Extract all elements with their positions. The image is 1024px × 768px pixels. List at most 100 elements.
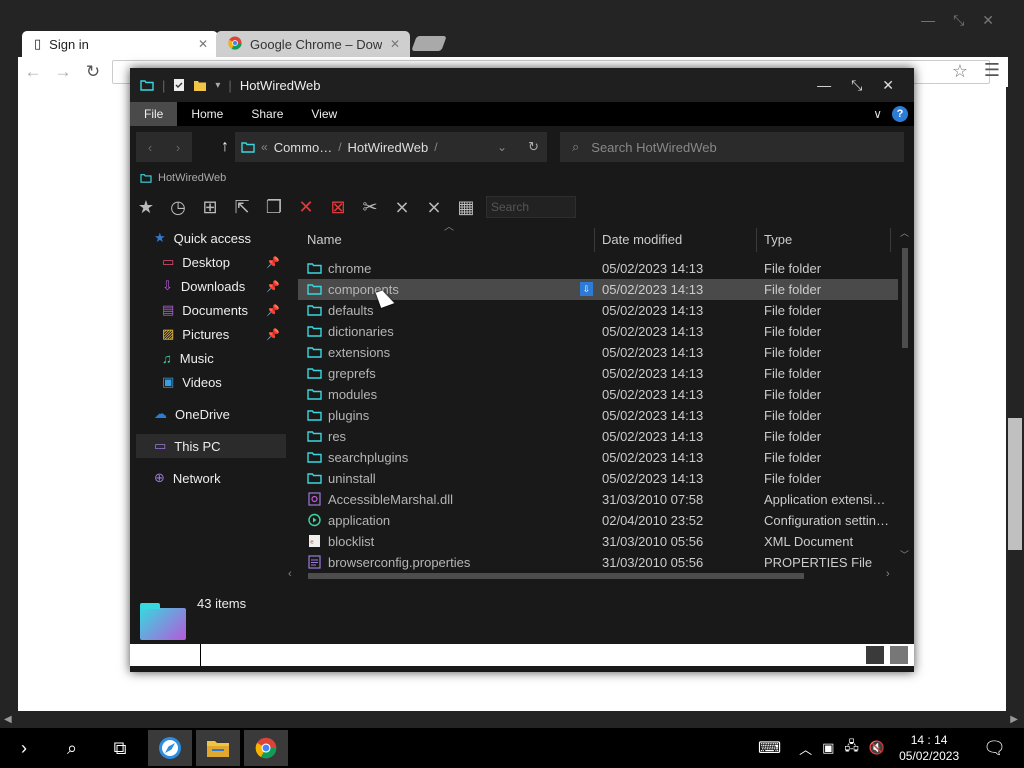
breadcrumb-common[interactable]: Commo…: [274, 140, 333, 155]
nav-network[interactable]: ⊕ Network: [136, 466, 286, 490]
scroll-down-icon[interactable]: ﹀: [900, 548, 909, 561]
close-icon[interactable]: ✕: [390, 37, 400, 51]
task-view-icon[interactable]: ⧉: [96, 728, 144, 768]
nav-downloads[interactable]: ⇩ Downloads 📌: [136, 274, 286, 298]
nav-quick-access[interactable]: ★ Quick access: [136, 226, 286, 250]
tab-home[interactable]: Home: [177, 102, 237, 126]
chevron-up-icon[interactable]: ︿: [799, 739, 812, 758]
new-tab-button[interactable]: [411, 36, 447, 51]
table-row[interactable]: e blocklist 31/03/2010 05:56 XML Document: [298, 531, 898, 552]
nav-desktop[interactable]: ▭ Desktop 📌: [136, 250, 286, 274]
table-row[interactable]: modules 05/02/2023 14:13 File folder: [298, 384, 898, 405]
pin-icon[interactable]: 📌: [266, 280, 280, 293]
refresh-icon[interactable]: ↻: [528, 139, 539, 155]
copy-to-icon[interactable]: ❐: [262, 195, 286, 219]
page-scrollbar[interactable]: [1008, 418, 1022, 550]
tab-sign-in[interactable]: ▯ Sign in ✕: [22, 31, 218, 57]
undo-icon[interactable]: ⨯: [390, 195, 414, 219]
table-row[interactable]: uninstall 05/02/2023 14:13 File folder: [298, 468, 898, 489]
table-row[interactable]: dictionaries 05/02/2023 14:13 File folder: [298, 321, 898, 342]
back-arrow-icon[interactable]: ←: [18, 62, 48, 82]
back-icon[interactable]: ‹: [148, 140, 152, 155]
close-icon[interactable]: ✕: [982, 12, 994, 29]
vertical-scrollbar[interactable]: ︿ ﹀: [900, 226, 910, 566]
delete-permanently-icon[interactable]: ⊠: [326, 195, 350, 219]
pin-icon[interactable]: 📌: [266, 304, 280, 317]
network-icon[interactable]: 🖧: [844, 737, 859, 759]
history-icon[interactable]: ◷: [166, 195, 190, 219]
table-row[interactable]: extensions 05/02/2023 14:13 File folder: [298, 342, 898, 363]
cut-icon[interactable]: ✂: [358, 195, 382, 219]
column-header-name[interactable]: Name: [307, 232, 342, 247]
tab-google-chrome-download[interactable]: Google Chrome – Downl ✕: [216, 31, 410, 57]
pin-icon[interactable]: 📌: [266, 256, 280, 269]
scrollbar-thumb[interactable]: [902, 248, 908, 348]
large-icons-view-icon[interactable]: [890, 646, 908, 664]
column-divider[interactable]: [594, 228, 595, 252]
chevron-down-icon[interactable]: ⌄: [497, 140, 507, 154]
pin-icon[interactable]: 📌: [266, 328, 280, 341]
menu-icon[interactable]: ☰: [984, 60, 1000, 81]
address-bar[interactable]: « Commo… / HotWiredWeb / ⌄ ↻: [235, 132, 547, 162]
nav-videos[interactable]: ▣ Videos: [136, 370, 286, 394]
properties-icon[interactable]: [173, 78, 185, 92]
close-icon[interactable]: ✕: [882, 77, 894, 94]
nav-documents[interactable]: ▤ Documents 📌: [136, 298, 286, 322]
table-row[interactable]: chrome 05/02/2023 14:13 File folder: [298, 258, 898, 279]
close-icon[interactable]: ✕: [198, 37, 208, 51]
volume-muted-icon[interactable]: 🔇: [869, 740, 885, 756]
toolbar-search-input[interactable]: Search: [486, 196, 576, 218]
redo-icon[interactable]: ⨯: [422, 195, 446, 219]
details-view-icon[interactable]: [866, 646, 884, 664]
scroll-right-icon[interactable]: ▶: [1010, 714, 1018, 725]
column-header-type[interactable]: Type: [764, 232, 792, 247]
column-divider[interactable]: [890, 228, 891, 252]
column-divider[interactable]: [756, 228, 757, 252]
start-chevron-icon[interactable]: ›: [0, 728, 48, 768]
new-folder-icon[interactable]: [193, 78, 207, 92]
bookmark-star-icon[interactable]: ☆: [952, 61, 968, 82]
breadcrumb-overflow[interactable]: «: [261, 140, 268, 154]
nav-this-pc[interactable]: ▭ This PC: [136, 434, 286, 458]
table-row[interactable]: plugins 05/02/2023 14:13 File folder: [298, 405, 898, 426]
keyboard-icon[interactable]: ⌨: [758, 738, 781, 758]
clock[interactable]: 14 : 14 05/02/2023: [899, 732, 959, 764]
reload-icon[interactable]: ↻: [78, 62, 108, 82]
nav-pictures[interactable]: ▨ Pictures 📌: [136, 322, 286, 346]
scroll-right-icon[interactable]: ›: [886, 568, 890, 580]
breadcrumb-hotwiredweb[interactable]: HotWiredWeb: [348, 140, 429, 155]
notifications-icon[interactable]: 🗨: [983, 738, 1006, 759]
minimize-icon[interactable]: —: [921, 12, 935, 29]
view-options-icon[interactable]: ▦: [454, 195, 478, 219]
taskbar-app-file-explorer[interactable]: [196, 730, 240, 766]
maximize-icon[interactable]: ⤡: [851, 77, 862, 94]
chevron-down-icon[interactable]: ▾: [215, 80, 220, 91]
taskbar-app-chrome[interactable]: [244, 730, 288, 766]
table-row[interactable]: searchplugins 05/02/2023 14:13 File folder: [298, 447, 898, 468]
tab-file[interactable]: File: [130, 102, 178, 126]
taskbar-app-browser[interactable]: [148, 730, 192, 766]
star-icon[interactable]: ★: [134, 195, 158, 219]
search-icon[interactable]: ⌕: [48, 728, 96, 768]
device-icon[interactable]: ▣: [822, 740, 834, 756]
table-row[interactable]: AccessibleMarshal.dll 31/03/2010 07:58 App…: [298, 489, 898, 510]
scrollbar-thumb[interactable]: [308, 573, 804, 579]
column-header-date[interactable]: Date modified: [602, 232, 682, 247]
table-row[interactable]: res 05/02/2023 14:13 File folder: [298, 426, 898, 447]
tab-share[interactable]: Share: [237, 102, 297, 126]
scroll-up-icon[interactable]: ︿: [900, 226, 909, 239]
move-to-icon[interactable]: ⇱: [230, 195, 254, 219]
horizontal-scrollbar[interactable]: ‹ ›: [288, 568, 898, 582]
scroll-left-icon[interactable]: ◀: [4, 714, 12, 725]
nav-music[interactable]: ♫ Music: [136, 346, 286, 370]
table-row[interactable]: application 02/04/2010 23:52 Configuration…: [298, 510, 898, 531]
maximize-icon[interactable]: ⤡: [953, 12, 964, 29]
scroll-left-icon[interactable]: ‹: [288, 568, 292, 580]
tab-view[interactable]: View: [297, 102, 351, 126]
table-row[interactable]: greprefs 05/02/2023 14:13 File folder: [298, 363, 898, 384]
chevron-down-icon[interactable]: ∨: [873, 107, 882, 121]
delete-icon[interactable]: ✕: [294, 195, 318, 219]
nav-onedrive[interactable]: ☁ OneDrive: [136, 402, 286, 426]
search-input[interactable]: ⌕ Search HotWiredWeb: [560, 132, 904, 162]
forward-icon[interactable]: ›: [176, 140, 180, 155]
